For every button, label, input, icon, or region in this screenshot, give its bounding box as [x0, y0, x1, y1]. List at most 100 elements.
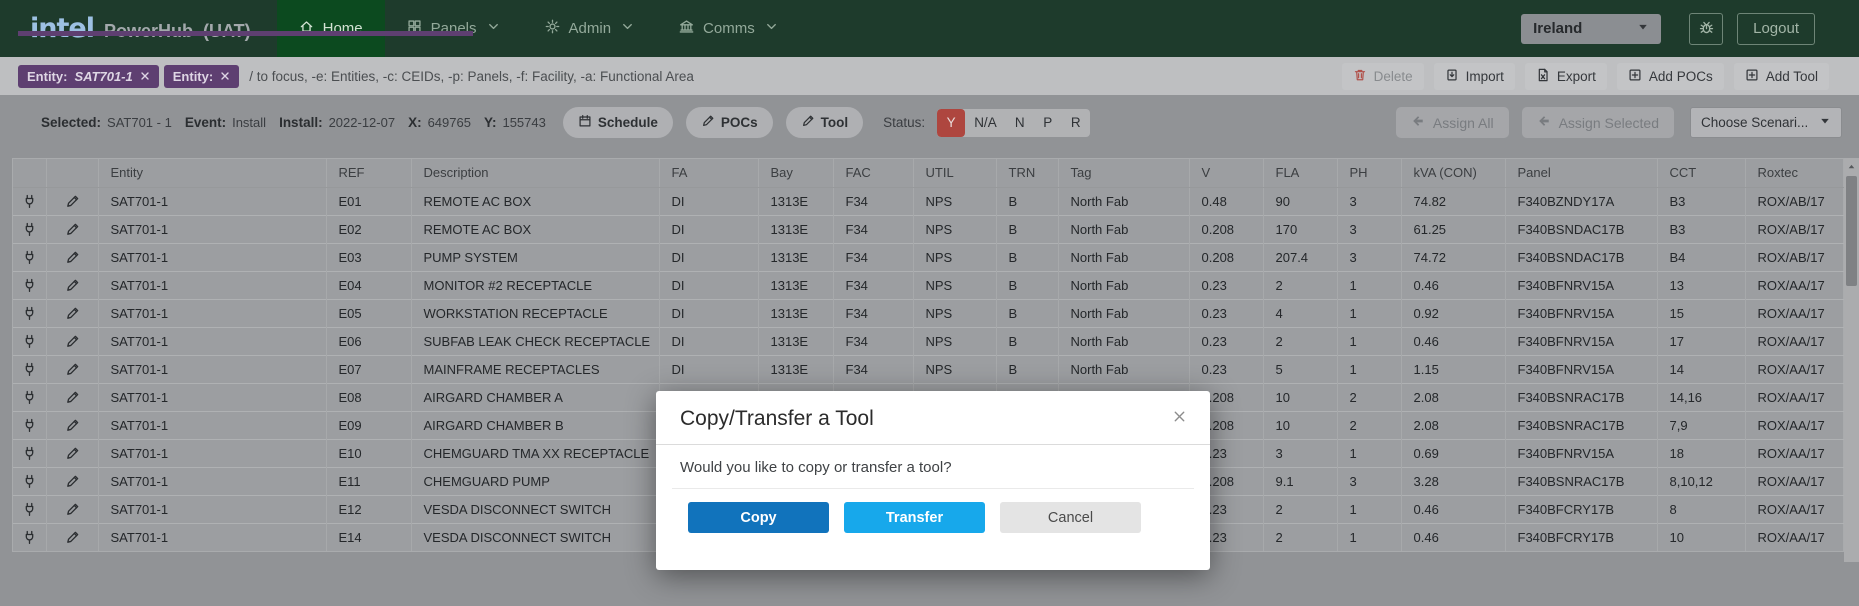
cancel-button[interactable]: Cancel — [1000, 502, 1141, 533]
column-header-util[interactable]: UTIL — [913, 159, 996, 187]
table-row[interactable]: SAT701-1E05WORKSTATION RECEPTACLEDI1313E… — [13, 299, 1845, 327]
table-cell: 207.4 — [1263, 243, 1337, 271]
column-header-description[interactable]: Description — [411, 159, 659, 187]
table-cell: SAT701-1 — [98, 243, 326, 271]
badge-remove-icon[interactable] — [140, 69, 150, 84]
plus-square-icon — [1745, 68, 1759, 85]
edit-row-cell[interactable] — [46, 523, 98, 551]
drag-handle-cell[interactable] — [13, 467, 46, 495]
logout-button[interactable]: Logout — [1737, 13, 1815, 45]
edit-row-cell[interactable] — [46, 299, 98, 327]
plug-icon — [22, 221, 37, 236]
pill-label: POCs — [721, 115, 758, 130]
table-row[interactable]: SAT701-1E04MONITOR #2 RECEPTACLEDI1313EF… — [13, 271, 1845, 299]
edit-row-cell[interactable] — [46, 187, 98, 215]
table-cell: B4 — [1657, 243, 1745, 271]
table-row[interactable]: SAT701-1E01REMOTE AC BOXDI1313EF34NPSBNo… — [13, 187, 1845, 215]
pencil-icon — [701, 114, 715, 131]
nav-item-panels[interactable]: Panels — [385, 0, 523, 57]
edit-row-cell[interactable] — [46, 383, 98, 411]
scrollbar-thumb[interactable] — [1846, 176, 1857, 286]
column-header-tag[interactable]: Tag — [1058, 159, 1189, 187]
add-tool-button[interactable]: Add Tool — [1734, 63, 1829, 90]
search-input[interactable] — [239, 69, 1341, 84]
drag-handle-cell[interactable] — [13, 215, 46, 243]
badge-remove-icon[interactable] — [220, 69, 230, 84]
column-header-fac[interactable]: FAC — [833, 159, 913, 187]
edit-row-cell[interactable] — [46, 355, 98, 383]
import-button[interactable]: Import — [1434, 63, 1515, 90]
table-row[interactable]: SAT701-1E07MAINFRAME RECEPTACLESDI1313EF… — [13, 355, 1845, 383]
status-option-p[interactable]: P — [1034, 109, 1062, 137]
drag-handle-cell[interactable] — [13, 327, 46, 355]
column-header-cct[interactable]: CCT — [1657, 159, 1745, 187]
drag-handle-cell[interactable] — [13, 439, 46, 467]
nav-item-home[interactable]: Home — [277, 0, 385, 57]
drag-handle-cell[interactable] — [13, 243, 46, 271]
status-option-y[interactable]: Y — [937, 109, 965, 137]
bug-icon — [1699, 20, 1714, 38]
pencil-icon — [65, 249, 80, 264]
column-header-bay[interactable]: Bay — [758, 159, 833, 187]
column-header-v[interactable]: V — [1189, 159, 1263, 187]
table-row[interactable]: SAT701-1E03PUMP SYSTEMDI1313EF34NPSBNort… — [13, 243, 1845, 271]
status-option-r[interactable]: R — [1062, 109, 1090, 137]
drag-handle-cell[interactable] — [13, 523, 46, 551]
close-icon[interactable] — [1173, 410, 1186, 426]
region-select[interactable]: Ireland — [1521, 14, 1661, 44]
add-pocs-button[interactable]: Add POCs — [1617, 63, 1724, 90]
bug-report-button[interactable] — [1689, 13, 1723, 45]
column-header-ph[interactable]: PH — [1337, 159, 1401, 187]
edit-row-cell[interactable] — [46, 215, 98, 243]
edit-row-cell[interactable] — [46, 439, 98, 467]
table-cell: 3 — [1337, 215, 1401, 243]
scenario-select[interactable]: Choose Scenari... — [1690, 107, 1842, 138]
column-header-trn[interactable]: TRN — [996, 159, 1058, 187]
edit-row-cell[interactable] — [46, 495, 98, 523]
table-header-row: EntityREFDescriptionFABayFACUTILTRNTagVF… — [13, 159, 1845, 187]
column-header-ref[interactable]: REF — [326, 159, 411, 187]
edit-row-cell[interactable] — [46, 327, 98, 355]
table-cell: SAT701-1 — [98, 439, 326, 467]
pocs-button[interactable]: POCs — [686, 107, 773, 138]
table-cell: 1 — [1337, 523, 1401, 551]
drag-handle-cell[interactable] — [13, 187, 46, 215]
drag-handle-cell[interactable] — [13, 495, 46, 523]
transfer-button[interactable]: Transfer — [844, 502, 985, 533]
nav-item-admin[interactable]: Admin — [523, 0, 658, 57]
table-cell: 0.23 — [1189, 299, 1263, 327]
edit-row-cell[interactable] — [46, 467, 98, 495]
delete-button[interactable]: Delete — [1342, 63, 1424, 90]
column-header-roxtec[interactable]: Roxtec — [1745, 159, 1845, 187]
column-header-fla[interactable]: FLA — [1263, 159, 1337, 187]
table-row[interactable]: SAT701-1E06SUBFAB LEAK CHECK RECEPTACLED… — [13, 327, 1845, 355]
drag-handle-cell[interactable] — [13, 383, 46, 411]
nav-item-comms[interactable]: Comms — [657, 0, 801, 57]
tool-button[interactable]: Tool — [786, 107, 864, 138]
vertical-scrollbar[interactable] — [1844, 158, 1859, 562]
scroll-up-button[interactable] — [1844, 158, 1859, 174]
assign-selected-button[interactable]: Assign Selected — [1522, 107, 1674, 138]
drag-handle-cell[interactable] — [13, 411, 46, 439]
column-header-entity[interactable]: Entity — [98, 159, 326, 187]
table-cell: 0.69 — [1401, 439, 1505, 467]
edit-row-cell[interactable] — [46, 243, 98, 271]
copy-button[interactable]: Copy — [688, 502, 829, 533]
status-option-n-a[interactable]: N/A — [965, 109, 1006, 137]
status-option-n[interactable]: N — [1006, 109, 1034, 137]
column-header-kva-con-[interactable]: kVA (CON) — [1401, 159, 1505, 187]
drag-handle-cell[interactable] — [13, 271, 46, 299]
column-header-panel[interactable]: Panel — [1505, 159, 1657, 187]
assign-all-label: Assign All — [1433, 115, 1494, 131]
edit-row-cell[interactable] — [46, 271, 98, 299]
schedule-button[interactable]: Schedule — [563, 107, 673, 138]
assign-all-button[interactable]: Assign All — [1396, 107, 1509, 138]
drag-handle-cell[interactable] — [13, 355, 46, 383]
edit-row-cell[interactable] — [46, 411, 98, 439]
export-button[interactable]: Export — [1525, 63, 1607, 90]
column-header-fa[interactable]: FA — [659, 159, 758, 187]
table-cell: F34 — [833, 243, 913, 271]
table-row[interactable]: SAT701-1E02REMOTE AC BOXDI1313EF34NPSBNo… — [13, 215, 1845, 243]
drag-handle-cell[interactable] — [13, 299, 46, 327]
table-cell: 2.08 — [1401, 383, 1505, 411]
